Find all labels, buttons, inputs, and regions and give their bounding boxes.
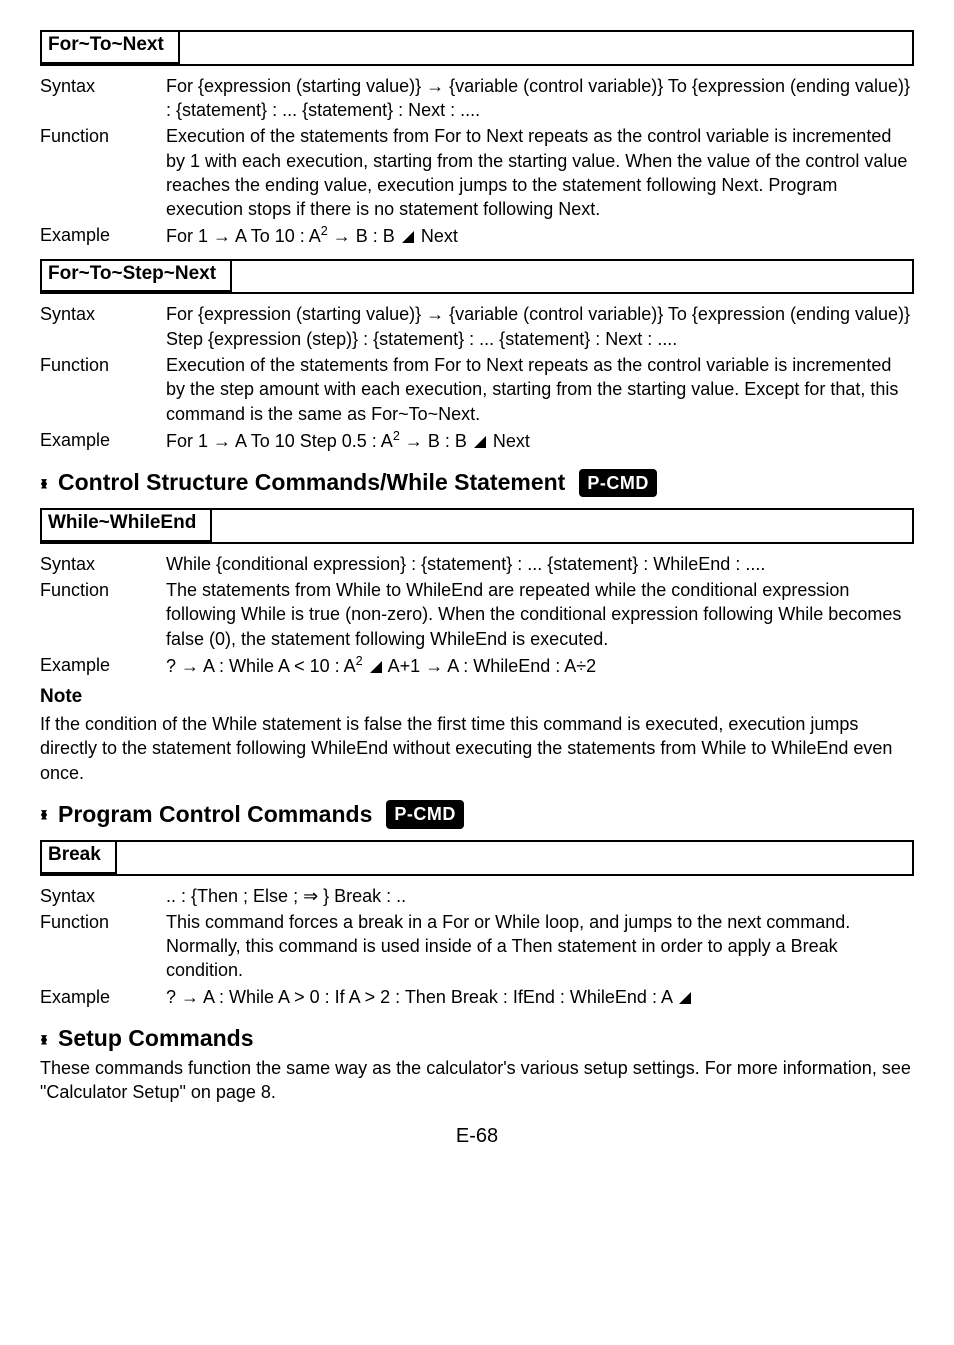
function-body: Execution of the statements from For to …	[166, 124, 914, 221]
example-body: ? → A : While A < 10 : A2 A+1 → A : Whil…	[166, 653, 914, 678]
command-box-break: Break	[40, 840, 914, 876]
example-row: Example For 1 → A To 10 Step 0.5 : A2 → …	[40, 428, 914, 453]
example-superscript: 2	[321, 224, 328, 238]
example-text-pre: For 1 → A To 10 : A	[166, 226, 321, 246]
example-label: Example	[40, 428, 166, 453]
syntax-label: Syntax	[40, 302, 166, 351]
triangle-icon	[402, 231, 414, 243]
example-body: ? → A : While A > 0 : If A > 2 : Then Br…	[166, 985, 914, 1009]
example-body: For 1 → A To 10 Step 0.5 : A2 → B : B Ne…	[166, 428, 914, 453]
example-text-post: A+1 → A : WhileEnd : A÷2	[384, 656, 597, 676]
pcmd-badge: P-CMD	[579, 469, 657, 497]
chevron-pair-icon	[40, 1027, 50, 1051]
command-box-while-whileend: While~WhileEnd	[40, 508, 914, 544]
function-row: Function Execution of the statements fro…	[40, 353, 914, 426]
syntax-label: Syntax	[40, 552, 166, 576]
example-superscript: 2	[393, 429, 400, 443]
example-text-pre: ? → A : While A > 0 : If A > 2 : Then Br…	[166, 987, 677, 1007]
command-title: For~To~Step~Next	[40, 259, 232, 293]
function-label: Function	[40, 578, 166, 651]
function-row: Function The statements from While to Wh…	[40, 578, 914, 651]
example-text-mid	[363, 656, 368, 676]
example-row: Example ? → A : While A > 0 : If A > 2 :…	[40, 985, 914, 1009]
triangle-icon	[370, 661, 382, 673]
note-heading: Note	[40, 684, 914, 710]
example-text-tail: Next	[416, 226, 458, 246]
syntax-row: Syntax While {conditional expression} : …	[40, 552, 914, 576]
triangle-icon	[679, 992, 691, 1004]
command-box-for-to-next: For~To~Next	[40, 30, 914, 66]
example-text-pre: For 1 → A To 10 Step 0.5 : A	[166, 431, 393, 451]
command-title: Break	[40, 840, 117, 874]
example-text-post: → B : B	[328, 226, 400, 246]
example-row: Example ? → A : While A < 10 : A2 A+1 → …	[40, 653, 914, 678]
command-box-for-to-step-next: For~To~Step~Next	[40, 259, 914, 295]
function-body: This command forces a break in a For or …	[166, 910, 914, 983]
example-text-post: → B : B	[400, 431, 472, 451]
function-label: Function	[40, 353, 166, 426]
syntax-body: For {expression (starting value)} → {var…	[166, 302, 914, 351]
syntax-body: For {expression (starting value)} → {var…	[166, 74, 914, 123]
function-body: Execution of the statements from For to …	[166, 353, 914, 426]
section-heading-text: Program Control Commands	[58, 799, 372, 830]
example-text-tail: Next	[488, 431, 530, 451]
example-body: For 1 → A To 10 : A2 → B : B Next	[166, 223, 914, 248]
setup-body: These commands function the same way as …	[40, 1056, 914, 1105]
function-label: Function	[40, 910, 166, 983]
syntax-body: While {conditional expression} : {statem…	[166, 552, 914, 576]
function-row: Function This command forces a break in …	[40, 910, 914, 983]
syntax-label: Syntax	[40, 74, 166, 123]
function-row: Function Execution of the statements fro…	[40, 124, 914, 221]
syntax-row: Syntax For {expression (starting value)}…	[40, 74, 914, 123]
command-title: For~To~Next	[40, 30, 180, 64]
triangle-icon	[474, 436, 486, 448]
syntax-label: Syntax	[40, 884, 166, 908]
example-row: Example For 1 → A To 10 : A2 → B : B Nex…	[40, 223, 914, 248]
function-body: The statements from While to WhileEnd ar…	[166, 578, 914, 651]
example-text-pre: ? → A : While A < 10 : A	[166, 656, 356, 676]
section-heading-program-control: Program Control Commands P-CMD	[40, 799, 914, 830]
example-label: Example	[40, 223, 166, 248]
chevron-pair-icon	[40, 802, 50, 826]
syntax-row: Syntax .. : {Then ; Else ; ⇒ } Break : .…	[40, 884, 914, 908]
syntax-body: .. : {Then ; Else ; ⇒ } Break : ..	[166, 884, 914, 908]
command-title: While~WhileEnd	[40, 508, 212, 542]
chevron-pair-icon	[40, 471, 50, 495]
function-label: Function	[40, 124, 166, 221]
syntax-row: Syntax For {expression (starting value)}…	[40, 302, 914, 351]
example-label: Example	[40, 985, 166, 1009]
section-heading-while: Control Structure Commands/While Stateme…	[40, 467, 914, 498]
section-heading-setup-commands: Setup Commands	[40, 1023, 914, 1054]
section-heading-text: Control Structure Commands/While Stateme…	[58, 467, 565, 498]
pcmd-badge: P-CMD	[386, 800, 464, 828]
example-superscript: 2	[356, 654, 363, 668]
note-body: If the condition of the While statement …	[40, 712, 914, 785]
page-number: E-68	[40, 1123, 914, 1150]
section-heading-text: Setup Commands	[58, 1023, 254, 1054]
example-label: Example	[40, 653, 166, 678]
